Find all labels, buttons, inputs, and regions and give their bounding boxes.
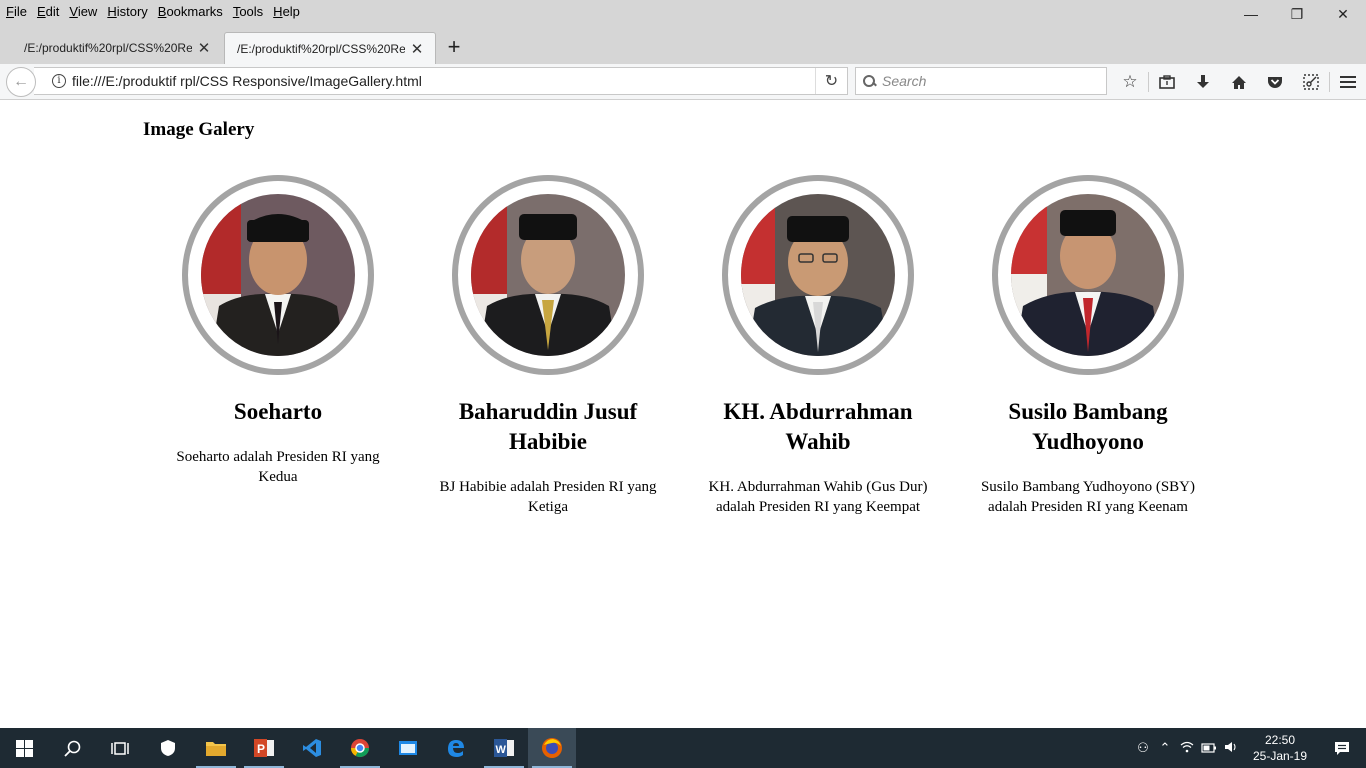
clock-time: 22:50 <box>1264 733 1296 747</box>
tab-title: /E:/produktif%20rpl/CSS%20Resp <box>237 41 405 56</box>
action-center-icon[interactable] <box>1318 728 1366 768</box>
gallery-card: KH. Abdurrahman Wahib KH. Abdurrahman Wa… <box>683 175 953 517</box>
wifi-icon[interactable] <box>1176 741 1198 756</box>
windows-taskbar: P W ⚇ ⌃ 22:50 25-Jan-19 <box>0 728 1366 768</box>
image-gallery: Soeharto Soeharto adalah Presiden RI yan… <box>143 175 1223 517</box>
card-description: BJ Habibie adalah Presiden RI yang Ketig… <box>439 479 657 515</box>
volume-icon[interactable] <box>1220 741 1242 756</box>
gallery-card: Susilo Bambang Yudhoyono Susilo Bambang … <box>953 175 1223 517</box>
chevron-up-icon[interactable]: ⌃ <box>1154 740 1176 756</box>
window-app-icon[interactable] <box>384 728 432 768</box>
vscode-icon[interactable] <box>288 728 336 768</box>
task-view-icon[interactable] <box>96 728 144 768</box>
bookmark-star-icon[interactable]: ☆ <box>1112 67 1148 97</box>
card-description: Susilo Bambang Yudhoyono (SBY) adalah Pr… <box>980 479 1196 515</box>
menu-edit[interactable]: Edit <box>37 4 59 19</box>
close-window-button[interactable]: ✕ <box>1320 0 1366 28</box>
photo-frame <box>182 175 374 375</box>
navigation-toolbar: i file:///E:/produktif rpl/CSS Responsiv… <box>0 64 1366 100</box>
pocket-icon[interactable] <box>1257 67 1293 97</box>
search-placeholder: Search <box>882 73 927 89</box>
hamburger-menu-icon[interactable] <box>1330 67 1366 97</box>
windows-start-icon[interactable] <box>0 728 48 768</box>
file-explorer-icon[interactable] <box>192 728 240 768</box>
word-icon[interactable]: W <box>480 728 528 768</box>
menu-history[interactable]: History <box>107 4 147 19</box>
back-arrow-icon: ← <box>13 73 29 90</box>
reading-list-icon[interactable] <box>1149 67 1185 97</box>
photo-frame <box>992 175 1184 375</box>
reload-icon[interactable]: ↻ <box>815 68 847 94</box>
tab-title: /E:/produktif%20rpl/CSS%20Resp <box>24 41 192 55</box>
card-description: Soeharto adalah Presiden RI yang Kedua <box>176 449 380 485</box>
card-name: Baharuddin Jusuf Habibie <box>458 399 638 454</box>
toolbar-icons: ☆ <box>1112 67 1366 97</box>
card-description: KH. Abdurrahman Wahib (Gus Dur) adalah P… <box>708 479 928 515</box>
chrome-icon[interactable] <box>336 728 384 768</box>
page-content: Image Galery Soeharto Soeharto adalah Pr… <box>0 101 1366 728</box>
home-icon[interactable] <box>1221 67 1257 97</box>
shield-icon[interactable] <box>144 728 192 768</box>
photo-frame <box>722 175 914 375</box>
menu-tools[interactable]: Tools <box>233 4 263 19</box>
tab-1[interactable]: /E:/produktif%20rpl/CSS%20Resp ✕ <box>12 32 222 64</box>
battery-icon[interactable] <box>1198 741 1220 756</box>
search-icon[interactable] <box>48 728 96 768</box>
gallery-card: Soeharto Soeharto adalah Presiden RI yan… <box>143 175 413 517</box>
card-name: Soeharto <box>233 399 323 424</box>
card-name: KH. Abdurrahman Wahib <box>723 399 913 454</box>
url-bar[interactable]: i file:///E:/produktif rpl/CSS Responsiv… <box>34 67 848 95</box>
portrait-photo[interactable] <box>1011 194 1165 356</box>
search-input[interactable]: Search <box>855 67 1107 95</box>
portrait-photo[interactable] <box>471 194 625 356</box>
minimize-button[interactable]: — <box>1228 0 1274 28</box>
new-tab-button[interactable]: + <box>440 34 468 62</box>
menu-help[interactable]: Help <box>273 4 300 19</box>
menu-view[interactable]: View <box>69 4 97 19</box>
portrait-photo[interactable] <box>201 194 355 356</box>
svg-text:P: P <box>257 742 265 756</box>
restore-button[interactable]: ❐ <box>1274 0 1320 28</box>
tab-2-active[interactable]: /E:/produktif%20rpl/CSS%20Resp ✕ <box>224 32 436 64</box>
gallery-card: Baharuddin Jusuf Habibie BJ Habibie adal… <box>413 175 683 517</box>
info-icon[interactable]: i <box>52 74 66 88</box>
svg-text:W: W <box>496 744 507 756</box>
menu: File Edit View History Bookmarks Tools H… <box>0 0 310 22</box>
menu-bookmarks[interactable]: Bookmarks <box>158 4 223 19</box>
firefox-icon[interactable] <box>528 728 576 768</box>
tab-bar: /E:/produktif%20rpl/CSS%20Resp ✕ /E:/pro… <box>0 30 1366 64</box>
card-name: Susilo Bambang Yudhoyono <box>1008 399 1168 454</box>
screenshot-icon[interactable] <box>1293 67 1329 97</box>
menu-file[interactable]: File <box>6 4 27 19</box>
edge-icon[interactable] <box>432 728 480 768</box>
download-icon[interactable] <box>1185 67 1221 97</box>
page-title: Image Galery <box>143 119 255 140</box>
people-icon[interactable]: ⚇ <box>1132 740 1154 756</box>
window-controls: — ❐ ✕ <box>1228 0 1366 28</box>
photo-frame <box>452 175 644 375</box>
system-tray: ⚇ ⌃ 22:50 25-Jan-19 <box>1132 728 1366 768</box>
clock-date: 25-Jan-19 <box>1252 749 1308 763</box>
url-text[interactable]: file:///E:/produktif rpl/CSS Responsive/… <box>72 73 815 89</box>
powerpoint-icon[interactable]: P <box>240 728 288 768</box>
close-tab-icon[interactable]: ✕ <box>196 39 212 57</box>
back-button[interactable]: ← <box>6 67 36 97</box>
clock[interactable]: 22:50 25-Jan-19 <box>1242 732 1318 764</box>
menu-bar: File Edit View History Bookmarks Tools H… <box>0 0 1366 30</box>
close-tab-icon[interactable]: ✕ <box>409 40 425 58</box>
search-icon <box>863 74 876 88</box>
portrait-photo[interactable] <box>741 194 895 356</box>
